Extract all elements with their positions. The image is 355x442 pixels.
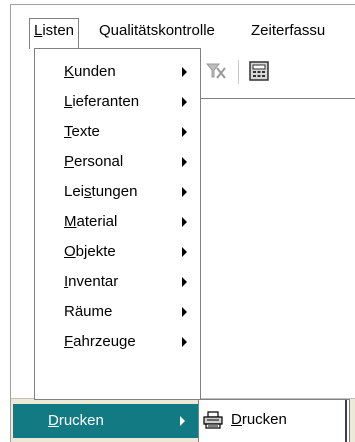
submenu-arrow-icon — [182, 217, 187, 227]
menu-qualitaetskontrolle[interactable]: Qualitätskontrolle — [99, 19, 215, 43]
submenu-arrow-icon — [182, 187, 187, 197]
menu-item-label: Objekte — [64, 237, 116, 267]
menu-item-inventar[interactable]: Inventar — [36, 267, 199, 297]
submenu-arrow-icon — [180, 416, 185, 426]
label-accel: s — [84, 183, 92, 200]
menu-item-label: Texte — [64, 117, 100, 147]
submenu-edge — [345, 400, 347, 442]
label-accel: P — [64, 153, 75, 170]
menu-item-objekte[interactable]: Objekte — [36, 237, 199, 267]
label-pre: Räume — [64, 303, 113, 320]
label-post: nventar — [68, 273, 119, 290]
menu-item-drucken[interactable]: Drucken — [13, 404, 198, 438]
menu-item-texte[interactable]: Texte — [36, 117, 199, 147]
menu-item-label: Material — [64, 207, 117, 237]
toolbar-separator — [238, 60, 239, 84]
label-post: exte — [71, 123, 100, 140]
menu-item-label: Drucken — [48, 404, 104, 438]
menu-item-label: Personal — [64, 147, 123, 177]
label-accel: T — [64, 123, 72, 140]
label-accel: F — [64, 333, 74, 350]
label-post: aterial — [76, 213, 118, 230]
menu-item-leistungen[interactable]: Leistungen — [36, 177, 199, 207]
label-post: ersonal — [74, 153, 124, 170]
label-post: bjekte — [75, 243, 116, 260]
label-post: ahrzeuge — [73, 333, 136, 350]
menu-item-label: Inventar — [64, 267, 118, 297]
menu-listen-label: isten — [42, 22, 75, 39]
menu-item-lieferanten[interactable]: Lieferanten — [36, 87, 199, 117]
label-post: unden — [74, 63, 116, 80]
label-post: tungen — [91, 183, 138, 200]
label-accel: O — [64, 243, 76, 260]
menu-item-personal[interactable]: Personal — [36, 147, 199, 177]
menu-item-label: Lieferanten — [64, 87, 139, 117]
printer-icon — [202, 411, 224, 429]
label-accel: M — [64, 213, 77, 230]
submenu-arrow-icon — [182, 127, 187, 137]
label-accel: D — [231, 411, 242, 428]
submenu-arrow-icon — [182, 97, 187, 107]
submenu-arrow-icon — [182, 247, 187, 257]
label-accel: D — [48, 412, 59, 429]
label-accel: K — [64, 63, 75, 80]
calculator-icon[interactable] — [248, 60, 270, 82]
menu-item-fahrzeuge[interactable]: Fahrzeuge — [36, 327, 199, 357]
label-post: rucken — [241, 411, 287, 428]
drucken-submenu: Drucken — [198, 399, 350, 442]
submenu-arrow-icon — [182, 67, 187, 77]
listen-dropdown-menu: Kunden Lieferanten Texte Personal Leistu… — [34, 48, 201, 400]
menu-item-label: Räume — [64, 297, 112, 327]
menu-zeiterfassung[interactable]: Zeiterfassu — [251, 19, 325, 43]
menu-item-material[interactable]: Material — [36, 207, 199, 237]
submenu-arrow-icon — [182, 277, 187, 287]
content-divider-top — [200, 98, 355, 99]
submenu-arrow-icon — [182, 337, 187, 347]
menu-listen[interactable]: Listen — [29, 18, 80, 49]
submenu-arrow-icon — [182, 157, 187, 167]
filter-off-icon[interactable] — [205, 60, 227, 82]
label-post: rucken — [58, 412, 104, 429]
menu-item-label: Fahrzeuge — [64, 327, 136, 357]
submenu-arrow-icon — [182, 307, 187, 317]
menu-item-kunden[interactable]: Kunden — [36, 57, 199, 87]
menu-item-label: Leistungen — [64, 177, 137, 207]
label-pre: Lei — [64, 183, 85, 200]
submenu-item-drucken[interactable]: Drucken — [231, 400, 287, 440]
menu-bar: Listen Qualitätskontrolle Zeiterfassu — [11, 5, 355, 49]
menu-item-label: Kunden — [64, 57, 116, 87]
menu-item-raeume[interactable]: Räume — [36, 297, 199, 327]
label-post: ieferanten — [72, 93, 140, 110]
